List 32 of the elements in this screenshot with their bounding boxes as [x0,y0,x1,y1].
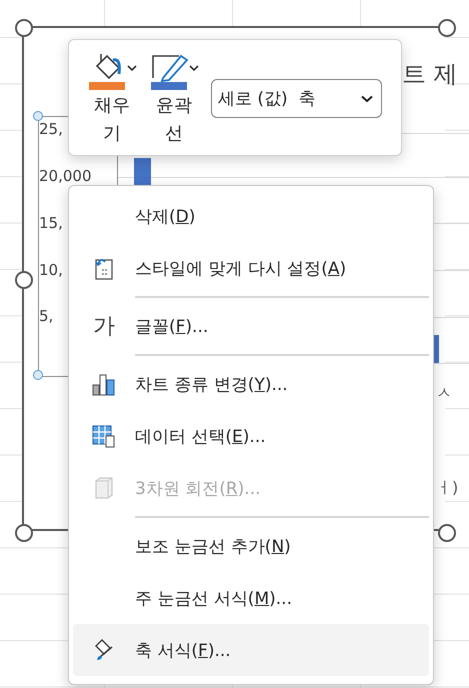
menu-item[interactable]: 보조 눈금선 추가(N) [73,520,429,572]
bar-chart-icon [91,372,117,396]
font-icon: 가 [93,311,115,341]
axis-label: 25, [39,120,63,138]
chart-label: ㅓ) [436,478,458,499]
caret-icon [189,64,199,72]
menu-item[interactable]: 데이터 선택(E)... [73,410,429,462]
caret-icon [127,64,137,72]
reset-document-icon [93,256,115,280]
resize-handle[interactable] [15,271,33,289]
resize-handle[interactable] [438,524,456,542]
chevron-icon [361,94,373,102]
cube-icon [93,476,115,500]
resize-handle[interactable] [15,19,33,37]
chart-bar [134,158,151,188]
resize-handle[interactable] [15,524,33,542]
element-dropdown[interactable]: 세로 (값) 축 [211,79,382,118]
menu-item[interactable]: 가 글꼴(F)... [73,300,429,352]
chart-label: ㅅ [436,383,452,404]
chart-bar [434,335,439,363]
axis-label: 20,000 [39,167,92,185]
data-grid-icon [91,424,117,448]
axis-label: 10, [39,261,63,279]
resize-handle[interactable] [438,19,456,37]
menu-item[interactable]: 주 눈금선 서식(M)... [73,572,429,624]
menu-item[interactable]: 차트 종류 변경(Y)... [73,358,429,410]
axis-label: 15, [39,214,63,232]
menu-item[interactable]: 스타일에 맞게 다시 설정(A) [73,242,429,294]
axis-label: 5, [39,307,54,325]
menu-item[interactable]: 축 서식(F)... [73,624,429,676]
menu-item[interactable]: 삭제(D) [73,190,429,242]
chart-title: 트 제 [402,59,458,90]
